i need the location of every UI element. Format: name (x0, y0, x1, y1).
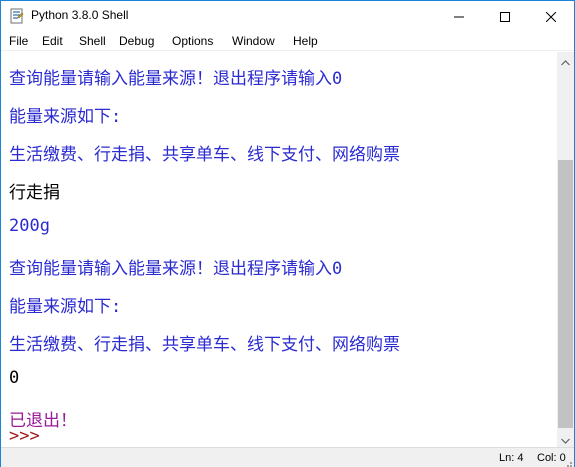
scroll-down-button[interactable] (557, 430, 574, 447)
output-line: 生活缴费、行走捐、共享单车、线下支付、网络购票 (9, 145, 400, 165)
python-idle-icon (9, 8, 25, 24)
menu-shell[interactable]: Shell (79, 34, 106, 48)
maximize-button[interactable] (482, 1, 528, 31)
input-line: 0 (9, 368, 20, 388)
window-title: Python 3.8.0 Shell (31, 8, 129, 22)
menu-file[interactable]: File (9, 34, 28, 48)
input-line: 行走捐 (9, 183, 60, 203)
close-button[interactable] (528, 1, 574, 31)
idle-shell-window: Python 3.8.0 Shell File Edit Shell Debug… (0, 0, 575, 467)
menu-help[interactable]: Help (293, 34, 318, 48)
line-number: Ln: 4 (499, 452, 524, 464)
menu-debug[interactable]: Debug (119, 34, 154, 48)
status-bar: Ln: 4 Col: 0 (1, 447, 574, 467)
output-line: 生活缴费、行走捐、共享单车、线下支付、网络购票 (9, 335, 400, 355)
maximize-icon (500, 7, 510, 26)
scrollbar-thumb[interactable] (558, 160, 573, 428)
menu-options[interactable]: Options (172, 34, 213, 48)
menu-bar: File Edit Shell Debug Options Window Hel… (1, 31, 574, 51)
vertical-scrollbar[interactable] (557, 52, 574, 447)
title-bar[interactable]: Python 3.8.0 Shell (1, 1, 574, 31)
menu-edit[interactable]: Edit (42, 34, 63, 48)
resize-grip-icon[interactable] (562, 455, 572, 467)
output-line: 查询能量请输入能量来源！退出程序请输入0 (9, 259, 343, 279)
scroll-up-button[interactable] (557, 52, 574, 69)
output-line: 能量来源如下: (9, 297, 122, 317)
shell-prompt: >>> (9, 426, 40, 446)
menu-window[interactable]: Window (232, 34, 275, 48)
minimize-button[interactable] (436, 1, 482, 31)
output-line: 200g (9, 216, 50, 236)
output-line: 查询能量请输入能量来源！退出程序请输入0 (9, 69, 343, 89)
output-line: 能量来源如下: (9, 107, 122, 127)
chevron-up-icon (561, 51, 570, 70)
chevron-down-icon (561, 429, 570, 448)
minimize-icon (454, 7, 464, 26)
shell-text-area[interactable]: 查询能量请输入能量来源！退出程序请输入0 能量来源如下: 生活缴费、行走捐、共享… (1, 52, 557, 447)
close-icon (545, 7, 557, 26)
